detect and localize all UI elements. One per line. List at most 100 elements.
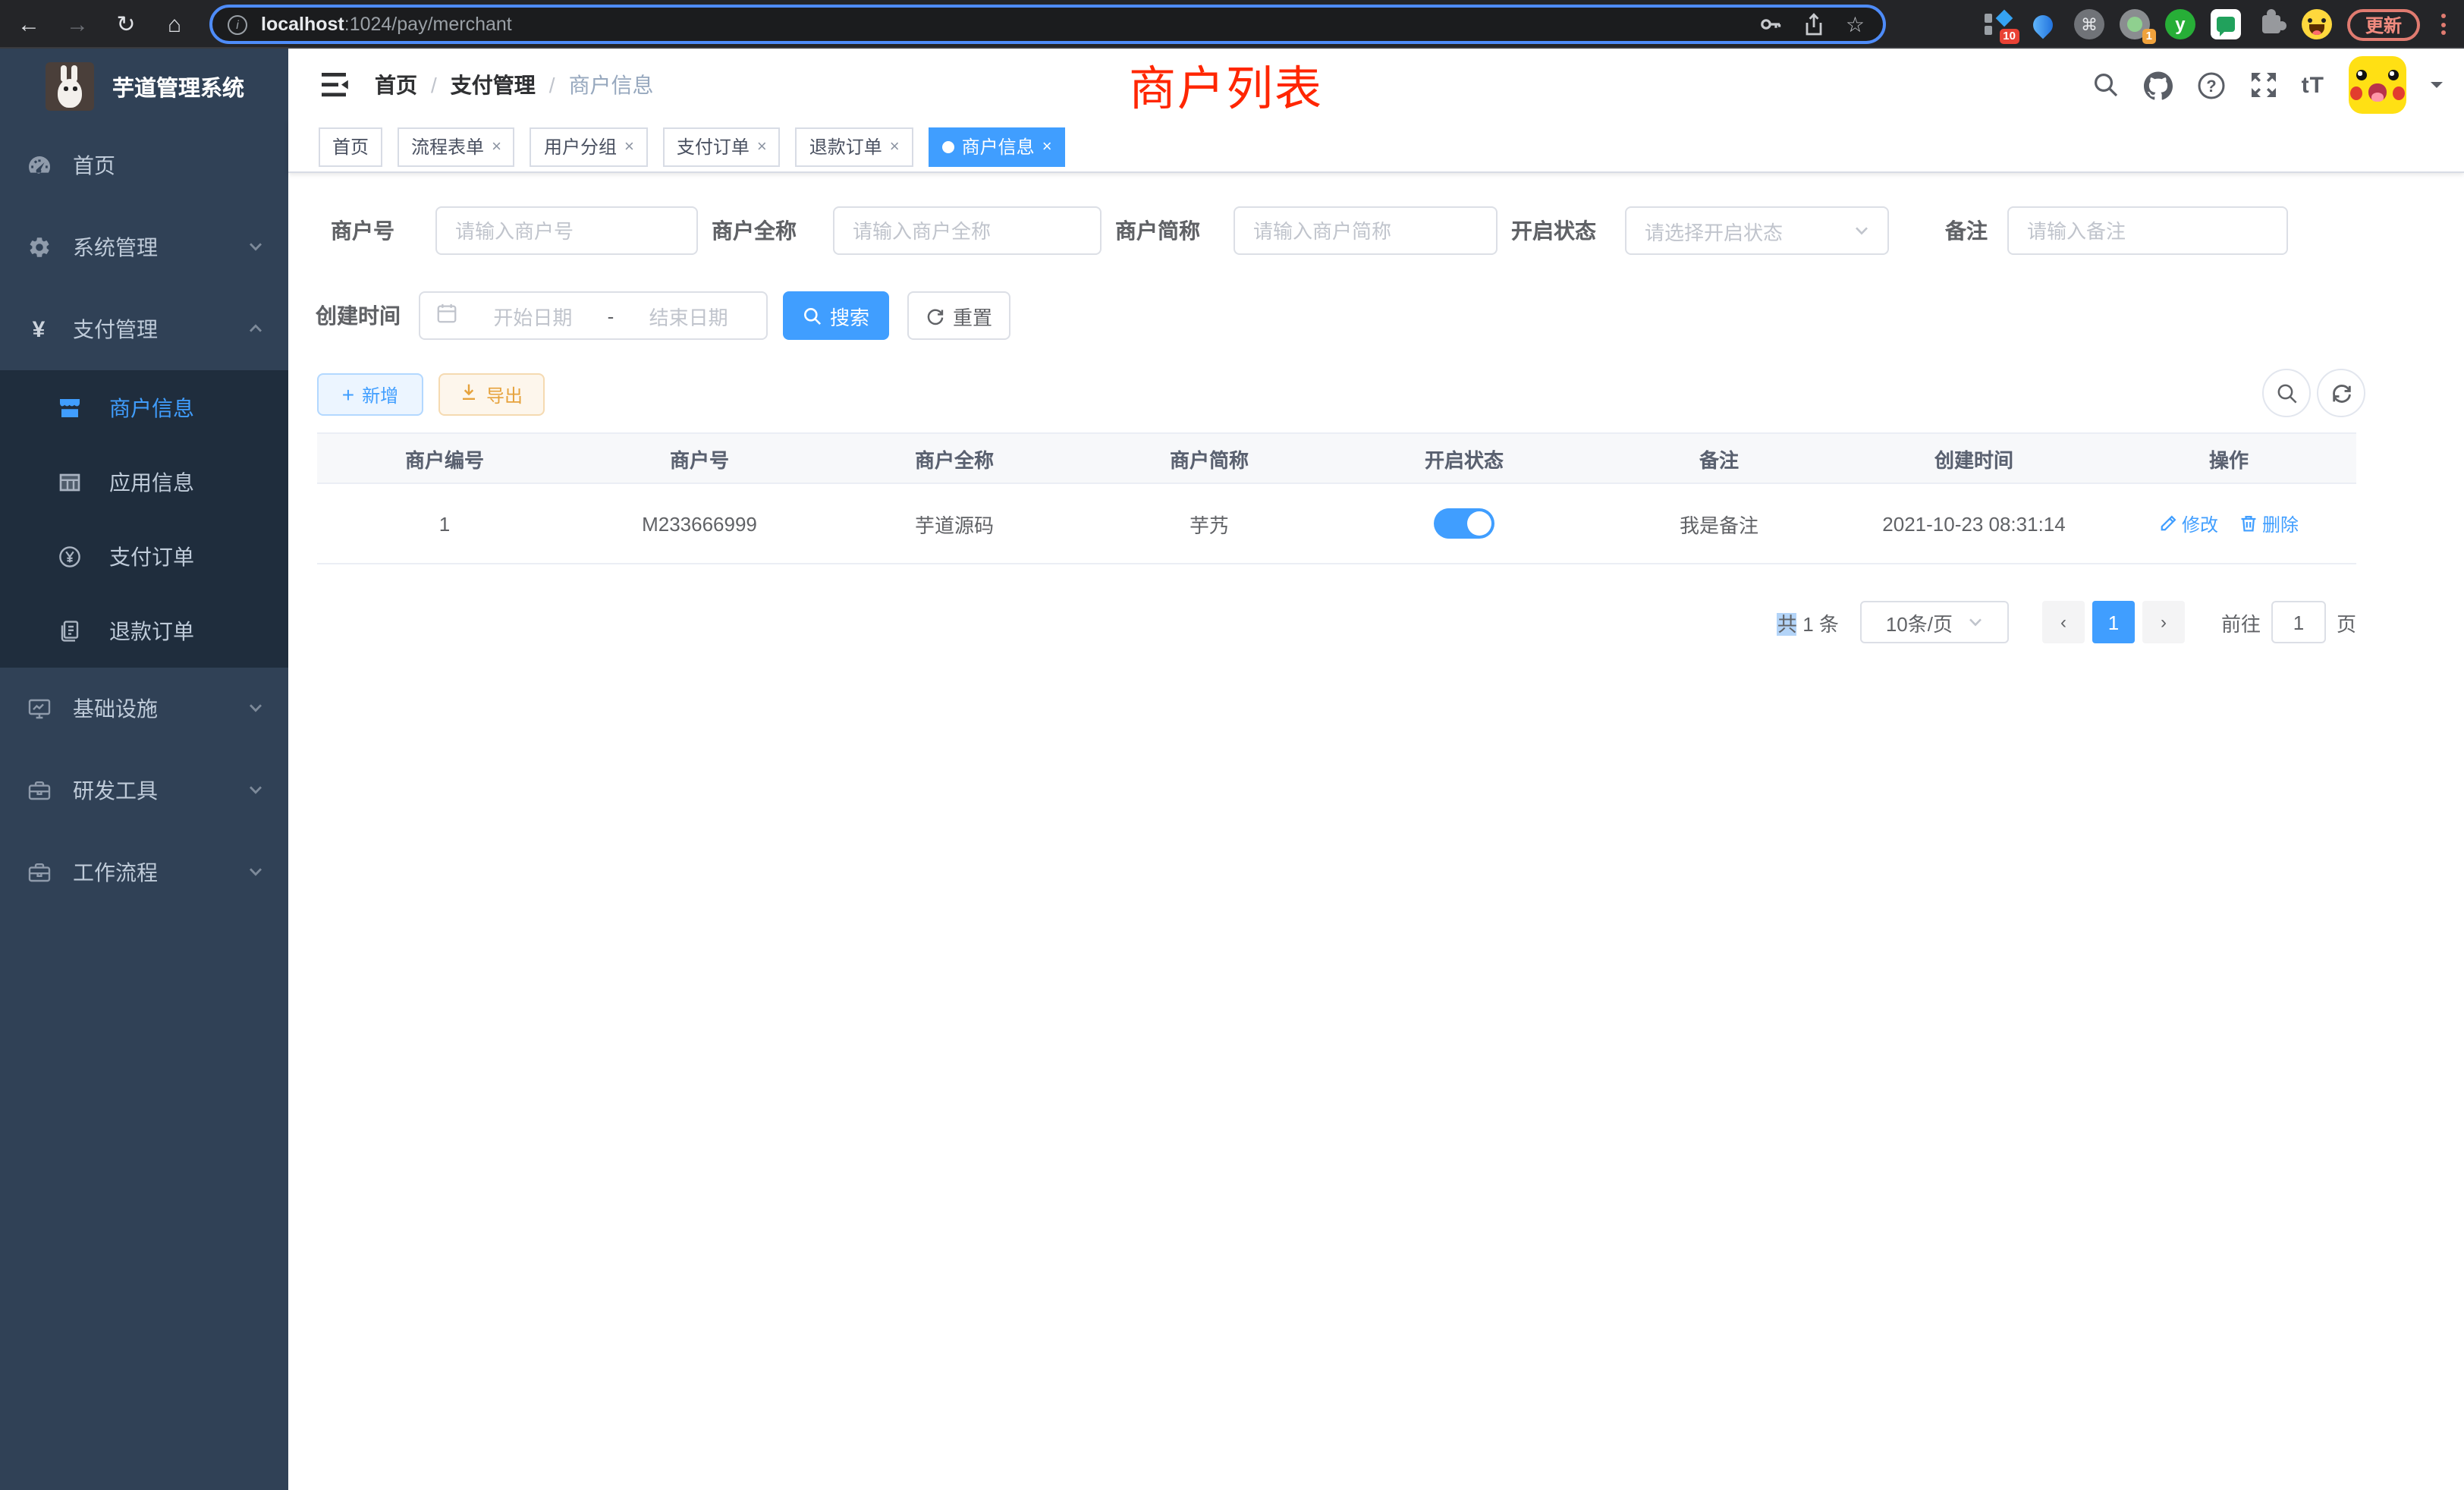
merchant-no-input[interactable]	[435, 206, 698, 255]
cell-merchant-id: 1	[317, 512, 572, 535]
close-icon[interactable]: ×	[1042, 137, 1052, 156]
close-icon[interactable]: ×	[757, 137, 767, 156]
remark-label: 备注	[1924, 206, 1988, 255]
header-search-icon[interactable]	[2092, 71, 2120, 99]
breadcrumb-pay[interactable]: 支付管理	[451, 70, 536, 100]
sidebar-collapse-icon[interactable]	[322, 71, 352, 99]
sidebar-item-system[interactable]: 系统管理	[0, 206, 288, 288]
status-select[interactable]: 请选择开启状态	[1625, 206, 1889, 255]
status-toggle-on[interactable]	[1434, 508, 1494, 539]
browser-menu-icon[interactable]	[2435, 14, 2452, 35]
col-created-at: 创建时间	[1846, 444, 2101, 473]
edit-link[interactable]: 修改	[2159, 511, 2218, 536]
short-name-input[interactable]	[1234, 206, 1498, 255]
page-1-button[interactable]: 1	[2092, 601, 2135, 643]
site-info-icon[interactable]: i	[228, 14, 247, 34]
status-extension-icon[interactable]: 1	[2120, 9, 2150, 39]
font-size-icon[interactable]: tT	[2302, 72, 2324, 98]
command-extension-icon[interactable]: ⌘	[2074, 9, 2104, 39]
chevron-down-icon	[247, 696, 264, 721]
logo[interactable]: 芋道管理系统	[0, 49, 288, 124]
tag-flow-form[interactable]: 流程表单×	[398, 127, 515, 166]
yen-circle-icon	[56, 544, 82, 568]
reset-button[interactable]: 重置	[907, 291, 1010, 340]
cell-full-name: 芋道源码	[827, 509, 1082, 538]
address-bar[interactable]: i localhost:1024/pay/merchant ☆	[209, 5, 1886, 44]
close-icon[interactable]: ×	[492, 137, 501, 156]
full-name-input[interactable]	[833, 206, 1102, 255]
browser-back-button[interactable]: ←	[15, 11, 42, 37]
remark-input[interactable]	[2007, 206, 2288, 255]
shop-icon	[56, 395, 82, 420]
prev-page-button[interactable]: ‹	[2042, 601, 2085, 643]
sidebar-item-label: 研发工具	[73, 775, 158, 806]
plus-icon: +	[342, 382, 354, 407]
tag-home[interactable]: 首页	[319, 127, 382, 166]
search-button[interactable]: 搜索	[783, 291, 889, 340]
chevron-up-icon	[247, 317, 264, 341]
toolbox-icon	[26, 860, 52, 885]
close-icon[interactable]: ×	[890, 137, 900, 156]
active-dot	[942, 140, 954, 152]
status-label: 开启状态	[1508, 206, 1596, 255]
tag-user-group[interactable]: 用户分组×	[530, 127, 648, 166]
github-icon[interactable]	[2144, 71, 2173, 99]
user-avatar[interactable]	[2349, 56, 2406, 114]
sidebar-item-home[interactable]: 首页	[0, 124, 288, 206]
top-navbar: 首页 / 支付管理 / 商户信息	[288, 49, 2464, 121]
delete-link[interactable]: 删除	[2239, 511, 2299, 536]
profile-avatar[interactable]	[2302, 9, 2332, 39]
password-key-icon[interactable]	[1759, 12, 1784, 36]
extensions-puzzle-icon[interactable]	[2256, 9, 2286, 39]
download-icon	[460, 382, 479, 407]
close-icon[interactable]: ×	[624, 137, 634, 156]
col-status: 开启状态	[1337, 444, 1592, 473]
chevron-down-icon	[247, 778, 264, 803]
goto-page-input[interactable]	[2271, 601, 2326, 643]
page-unit-label: 页	[2337, 608, 2356, 637]
sidebar-item-dev-tools[interactable]: 研发工具	[0, 750, 288, 831]
user-menu-caret-icon[interactable]	[2431, 82, 2443, 94]
add-button[interactable]: + 新增	[317, 373, 423, 416]
sidebar-item-refund-order[interactable]: 退款订单	[0, 593, 288, 668]
show-search-toggle-button[interactable]	[2262, 369, 2311, 417]
page-size-select[interactable]: 10条/页	[1860, 601, 2009, 643]
y-extension-icon[interactable]: y	[2165, 9, 2195, 39]
sidebar-item-pay[interactable]: ¥ 支付管理	[0, 288, 288, 370]
create-time-range-picker[interactable]: 开始日期 - 结束日期	[419, 291, 768, 340]
bookmark-star-icon[interactable]: ☆	[1846, 14, 1865, 35]
chevron-down-icon	[1968, 611, 1983, 633]
gear-icon	[26, 235, 52, 259]
breadcrumb-current: 商户信息	[569, 70, 654, 100]
refresh-table-button[interactable]	[2317, 369, 2365, 417]
chat-extension-icon[interactable]	[2211, 9, 2241, 39]
help-icon[interactable]: ?	[2197, 71, 2226, 99]
col-full-name: 商户全称	[827, 444, 1082, 473]
sidebar-item-label: 支付订单	[109, 541, 194, 571]
next-page-button[interactable]: ›	[2142, 601, 2185, 643]
share-icon[interactable]	[1803, 12, 1826, 36]
browser-reload-button[interactable]: ↻	[112, 11, 140, 38]
sidebar-item-pay-order[interactable]: 支付订单	[0, 519, 288, 593]
chrome-update-button[interactable]: 更新	[2347, 8, 2420, 40]
browser-forward-button[interactable]: →	[64, 11, 91, 37]
sidebar-extension-icon[interactable]: 10	[1983, 9, 2013, 39]
tag-merchant-info-active[interactable]: 商户信息×	[929, 127, 1066, 166]
sidebar-item-label: 退款订单	[109, 615, 194, 646]
sidebar-item-merchant-info[interactable]: 商户信息	[0, 370, 288, 445]
logo-image	[46, 62, 94, 111]
sidebar-item-infrastructure[interactable]: 基础设施	[0, 668, 288, 750]
tag-pay-order[interactable]: 支付订单×	[663, 127, 781, 166]
sidebar-item-app-info[interactable]: 应用信息	[0, 445, 288, 519]
export-button[interactable]: 导出	[438, 373, 545, 416]
tag-refund-order[interactable]: 退款订单×	[796, 127, 913, 166]
map-pin-extension-icon[interactable]	[2029, 9, 2059, 39]
browser-home-button[interactable]: ⌂	[161, 11, 188, 37]
fullscreen-icon[interactable]	[2250, 71, 2277, 99]
sidebar-item-workflow[interactable]: 工作流程	[0, 831, 288, 913]
cell-remark: 我是备注	[1592, 509, 1846, 538]
breadcrumb-home[interactable]: 首页	[375, 70, 417, 100]
yen-icon: ¥	[26, 316, 52, 342]
dashboard-icon	[26, 153, 52, 178]
full-name-label: 商户全称	[709, 206, 797, 255]
